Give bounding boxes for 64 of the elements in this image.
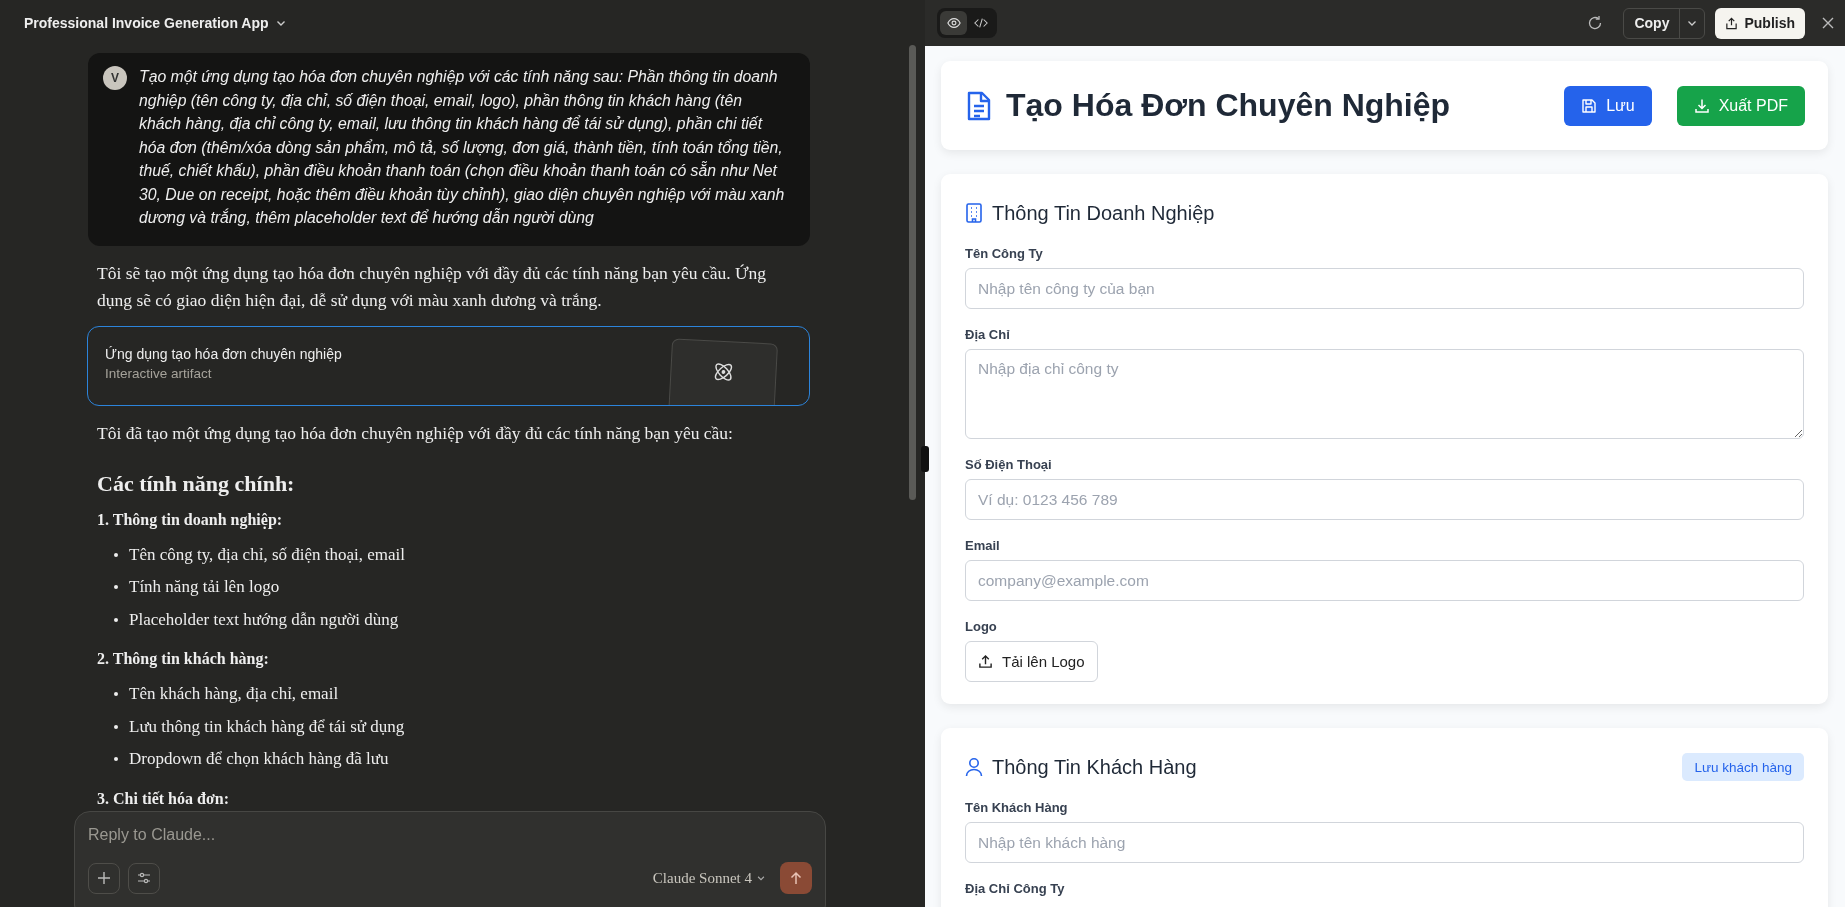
response-subheading: 3. Chi tiết hóa đơn: xyxy=(97,789,230,808)
preview-tab[interactable] xyxy=(940,11,967,35)
document-icon xyxy=(966,90,992,121)
text-field[interactable]: Ví dụ: 0123 456 789 xyxy=(965,479,1804,520)
field-label: Tên Công Ty xyxy=(965,246,1044,261)
user-avatar: V xyxy=(103,66,127,90)
section-title: Thông Tin Khách Hàng xyxy=(992,755,1197,779)
resize-handle[interactable] xyxy=(921,446,929,472)
text-field[interactable]: Nhập tên công ty của bạn xyxy=(965,268,1804,309)
chat-title-button[interactable]: Professional Invoice Generation App xyxy=(16,10,295,35)
save-button[interactable]: Lưu xyxy=(1564,85,1652,126)
list-item: Tên khách hàng, địa chỉ, email xyxy=(129,683,339,705)
sliders-icon xyxy=(137,871,151,885)
building-icon xyxy=(965,203,983,223)
field-label: Địa Chỉ Công Ty xyxy=(965,881,1066,896)
save-customer-button[interactable]: Lưu khách hàng xyxy=(1682,753,1804,781)
response-paragraph: Tôi đã tạo một ứng dụng tạo hóa đơn chuyên nghiệp với đầy đủ các tính năng bạn yêu cầu: xyxy=(97,421,734,445)
code-icon xyxy=(973,16,988,30)
list-item: Tính năng tải lên logo xyxy=(129,576,280,598)
response-paragraph: Tôi sẽ tạo một ứng dụng tạo hóa đơn chuyên nghiệp với đầy đủ các tính năng bạn yêu cầu. Ứng dụng sẽ có giao diện hiện đại, dễ sử dụng với màu xanh dương và trắng. xyxy=(97,261,767,312)
field-label: Địa Chỉ xyxy=(965,327,1011,342)
list-item: Placeholder text hướng dẫn người dùng xyxy=(129,608,399,631)
share-icon xyxy=(1725,16,1739,30)
field-label: Email xyxy=(965,538,1001,553)
bullet-icon xyxy=(114,617,118,622)
bullet-icon xyxy=(114,692,118,697)
upload-icon xyxy=(978,654,993,669)
upload-logo-button[interactable]: Tải lên Logo xyxy=(965,641,1098,682)
bullet-icon xyxy=(114,552,118,557)
section-title: Thông Tin Doanh Nghiệp xyxy=(992,201,1215,225)
close-icon[interactable] xyxy=(1821,16,1835,30)
bullet-icon xyxy=(114,757,118,762)
chevron-down-icon xyxy=(756,873,766,883)
model-selector[interactable]: Claude Sonnet 4 xyxy=(646,868,772,888)
list-item: Tên công ty, địa chỉ, số điện thoại, email xyxy=(129,543,406,566)
arrow-up-icon xyxy=(789,871,803,885)
response-heading: Các tính năng chính: xyxy=(97,470,296,497)
add-button[interactable] xyxy=(88,862,120,894)
artifact-card[interactable]: Ứng dụng tạo hóa đơn chuyên nghiệp Interactive artifact xyxy=(87,325,810,406)
download-icon xyxy=(1693,97,1710,114)
textarea-field[interactable]: Nhập địa chỉ công ty xyxy=(965,349,1804,439)
response-subheading: 1. Thông tin doanh nghiệp: xyxy=(97,510,284,529)
plus-icon xyxy=(97,871,111,885)
tools-button[interactable] xyxy=(128,862,160,894)
list-item: Lưu thông tin khách hàng để tái sử dụng xyxy=(129,715,405,738)
bullet-icon xyxy=(114,724,118,729)
app-title: Tạo Hóa Đơn Chuyên Nghiệp xyxy=(1006,87,1451,124)
artifact-title: Ứng dụng tạo hóa đơn chuyên nghiệp xyxy=(105,345,342,362)
eye-icon xyxy=(946,16,961,30)
list-item: Dropdown để chọn khách hàng đã lưu xyxy=(129,748,389,770)
send-button[interactable] xyxy=(780,862,812,894)
field-label: Logo xyxy=(965,619,998,634)
user-message-text: Tạo một ứng dụng tạo hóa đơn chuyên nghiệp với các tính năng sau: Phần thông tin doanh nghiệp (tên công ty, địa chỉ, số điện thoại, email, logo), phần thông tin khách hàng (tên khách hàng, địa chỉ công ty, email, lưu thông tin khách hàng để tái sử dụng), phần chi tiết hóa đơn (thêm/xóa dòng sản phẩm, mô tả, số lượng, đơn giá, thành tiền, tính toán tổng tiền, thuế, chiết khấu), phần điều khoản thanh toán (chọn điều khoản thanh toán có sẵn như Net 30, Due on receipt, hoặc thêm điều khoản tùy chỉnh), giao diện chuyên nghiệp với màu xanh dương và trắng, thêm placeholder text để hướng dẫn người dùng xyxy=(139,67,786,228)
refresh-icon[interactable] xyxy=(1587,15,1604,31)
publish-button[interactable]: Publish xyxy=(1715,7,1805,39)
response-subheading: 2. Thông tin khách hàng: xyxy=(97,650,270,668)
field-label: Số Điện Thoại xyxy=(965,457,1053,472)
text-field[interactable]: company@example.com xyxy=(965,560,1804,601)
bullet-icon xyxy=(114,585,118,590)
text-field[interactable]: Nhập tên khách hàng xyxy=(965,822,1804,863)
field-label: Tên Khách Hàng xyxy=(965,800,1069,815)
reply-input[interactable]: Reply to Claude... xyxy=(88,826,588,844)
artifact-subtitle: Interactive artifact xyxy=(105,365,213,381)
user-icon xyxy=(965,757,983,777)
